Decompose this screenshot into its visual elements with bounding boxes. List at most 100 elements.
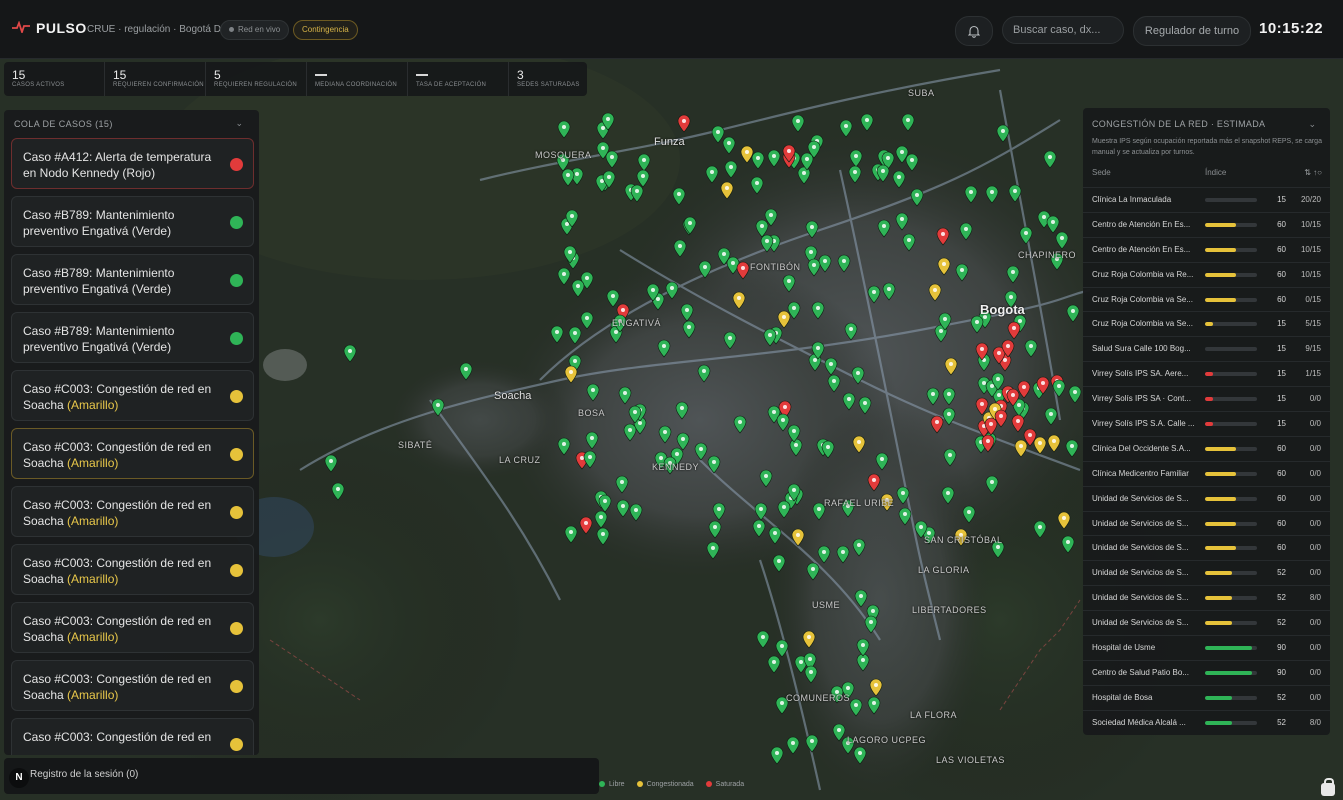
case-card[interactable]: Caso #C003: Congestión de red en Soacha … <box>11 544 254 595</box>
map-place-label: Fontibón <box>750 262 801 272</box>
stat-value: 15 <box>12 68 26 82</box>
congestion-row[interactable]: Clínica Del Occidente S.A... 60 0/0 <box>1083 435 1330 461</box>
collapse-icon[interactable]: ⌄ <box>235 118 243 129</box>
index-bar <box>1205 670 1257 675</box>
session-log-bar[interactable]: N Registro de la sesión (0) <box>4 758 599 794</box>
index-bar-fill <box>1205 695 1233 700</box>
index-bar-fill <box>1205 322 1213 327</box>
index-value: 15 <box>1277 195 1286 204</box>
index-value: 15 <box>1277 394 1286 404</box>
congestion-note: Muestra IPS según ocupación reportada má… <box>1092 138 1322 156</box>
col-site[interactable]: Sede <box>1092 168 1111 177</box>
index-value: 52 <box>1277 593 1286 603</box>
case-title: Caso #C003: Congestión de red en <box>23 729 218 745</box>
congestion-row[interactable]: Clínica La Inmaculada 15 20/20 <box>1083 187 1330 212</box>
shift-regulator-button[interactable]: Regulador de turno <box>1133 16 1251 46</box>
map-place-label: Soacha <box>494 390 532 402</box>
search-input[interactable] <box>1002 16 1124 44</box>
col-sort[interactable]: ⇅ ↑○ <box>1304 168 1322 177</box>
case-queue-panel: Cola de casos (15) ⌄ Caso #A412: Alerta … <box>4 110 259 755</box>
congestion-row[interactable]: Clínica Medicentro Familiar 60 0/0 <box>1083 460 1330 486</box>
capacity-ratio: 0/15 <box>1305 294 1321 304</box>
congestion-row[interactable]: Cruz Roja Colombia va Se... 60 0/15 <box>1083 286 1330 312</box>
legend-item: Libre <box>599 781 625 788</box>
congestion-row[interactable]: Unidad de Servicios de S... 60 0/0 <box>1083 535 1330 560</box>
collapse-icon[interactable]: ⌄ <box>1308 119 1316 130</box>
stat-value: 5 <box>214 68 221 82</box>
congestion-row[interactable]: Virrey Solís IPS S.A. Calle ... 15 0/0 <box>1083 411 1330 436</box>
stat-value: 15 <box>113 68 127 82</box>
map-place-label: La Gloria <box>918 565 970 575</box>
congestion-row[interactable]: Salud Sura Calle 100 Bog... 15 9/15 <box>1083 336 1330 361</box>
lock-icon[interactable] <box>1321 778 1335 796</box>
index-bar <box>1205 372 1257 377</box>
congestion-row[interactable]: Unidad de Servicios de S... 60 0/0 <box>1083 485 1330 511</box>
congestion-row[interactable]: Virrey Solís IPS SA · Cont... 15 0/0 <box>1083 386 1330 411</box>
congestion-row[interactable]: Hospital de Usme 90 0/0 <box>1083 635 1330 660</box>
case-card[interactable]: Caso #C003: Congestión de red en Soacha … <box>11 370 254 421</box>
congestion-row[interactable]: Unidad de Servicios de S... 52 0/0 <box>1083 560 1330 585</box>
case-card[interactable]: Caso #A412: Alerta de temperatura en Nod… <box>11 138 254 189</box>
brand-name: PULSO <box>36 20 87 36</box>
congestion-row[interactable]: Virrey Solís IPS SA. Aere... 15 1/15 <box>1083 361 1330 386</box>
notifications-button[interactable] <box>955 16 993 46</box>
congestion-row[interactable]: Unidad de Servicios de S... 52 0/0 <box>1083 610 1330 635</box>
case-title: Caso #B789: Mantenimiento preventivo Eng… <box>23 207 218 239</box>
congestion-panel: Congestión de la red · estimada ⌄ Muestr… <box>1083 108 1330 735</box>
index-value: 52 <box>1277 568 1286 578</box>
case-level: (Amarillo) <box>67 514 119 528</box>
case-card[interactable]: Caso #B789: Mantenimiento preventivo Eng… <box>11 312 254 363</box>
case-title: Caso #C003: Congestión de red en Soacha … <box>23 497 218 529</box>
index-value: 60 <box>1277 269 1286 279</box>
col-index[interactable]: Índice <box>1205 168 1226 177</box>
index-bar-fill <box>1205 496 1237 501</box>
case-card[interactable]: Caso #C003: Congestión de red en Soacha … <box>11 660 254 711</box>
congestion-row[interactable]: Unidad de Servicios de S... 52 8/0 <box>1083 585 1330 610</box>
legend-dot-icon <box>599 781 605 788</box>
capacity-ratio: 0/0 <box>1309 443 1321 453</box>
map-place-label: San Cristóbal <box>924 535 1003 545</box>
index-bar <box>1205 471 1257 476</box>
congestion-row[interactable]: Sociedad Médica Alcalá ... 52 8/0 <box>1083 709 1330 735</box>
capacity-ratio: 0/0 <box>1309 692 1321 702</box>
congestion-row[interactable]: Cruz Roja Colombia va Se... 15 5/15 <box>1083 311 1330 336</box>
case-card[interactable]: Caso #C003: Congestión de red en Soacha … <box>11 602 254 653</box>
index-value: 90 <box>1277 667 1286 677</box>
congestion-row[interactable]: Hospital de Bosa 52 0/0 <box>1083 684 1330 710</box>
case-text: Caso #A412: Alerta de temperatura en Nod… <box>23 150 212 180</box>
congestion-row[interactable]: Centro de Atención En Es... 60 10/15 <box>1083 236 1330 262</box>
case-card[interactable]: Caso #C003: Congestión de red en <box>11 718 254 755</box>
contingency-pill[interactable]: Contingencia <box>293 20 358 40</box>
index-value: 60 <box>1277 543 1286 553</box>
stat-value <box>416 74 428 76</box>
index-bar <box>1205 695 1257 700</box>
congestion-row[interactable]: Centro de Atención En Es... 60 10/15 <box>1083 211 1330 237</box>
congestion-row[interactable]: Cruz Roja Colombia va Re... 60 10/15 <box>1083 261 1330 287</box>
index-bar-fill <box>1205 297 1237 302</box>
site-name: Centro de Salud Patio Bo... <box>1092 667 1189 677</box>
case-card[interactable]: Caso #C003: Congestión de red en Soacha … <box>11 486 254 537</box>
pulse-logo-icon <box>12 20 30 36</box>
case-card[interactable]: Caso #C003: Congestión de red en Soacha … <box>11 428 254 479</box>
status-dot-yellow <box>230 448 243 461</box>
map-place-label: Suba <box>908 88 935 98</box>
capacity-ratio: 8/0 <box>1309 593 1321 603</box>
congestion-row[interactable]: Centro de Salud Patio Bo... 90 0/0 <box>1083 659 1330 685</box>
index-value: 60 <box>1277 468 1286 478</box>
session-log-label[interactable]: Registro de la sesión (0) <box>30 769 138 780</box>
capacity-ratio: 10/15 <box>1300 219 1321 229</box>
status-dot-yellow <box>230 738 243 751</box>
case-level: (Amarillo) <box>67 688 119 702</box>
congestion-row[interactable]: Unidad de Servicios de S... 60 0/0 <box>1083 510 1330 536</box>
brand[interactable]: PULSO <box>12 20 87 36</box>
case-card[interactable]: Caso #B789: Mantenimiento preventivo Eng… <box>11 196 254 247</box>
system-status-pill: Red en vivo <box>220 20 290 40</box>
status-dot-yellow <box>230 390 243 403</box>
index-bar <box>1205 546 1257 551</box>
case-card[interactable]: Caso #B789: Mantenimiento preventivo Eng… <box>11 254 254 305</box>
site-name: Virrey Solís IPS SA · Cont... <box>1092 394 1191 404</box>
status-dot-yellow <box>230 564 243 577</box>
capacity-ratio: 0/0 <box>1309 419 1321 429</box>
n-badge-icon[interactable]: N <box>9 768 29 788</box>
stats-strip: 15 Casos activos 15 Requieren confirmación 5… <box>4 62 587 96</box>
